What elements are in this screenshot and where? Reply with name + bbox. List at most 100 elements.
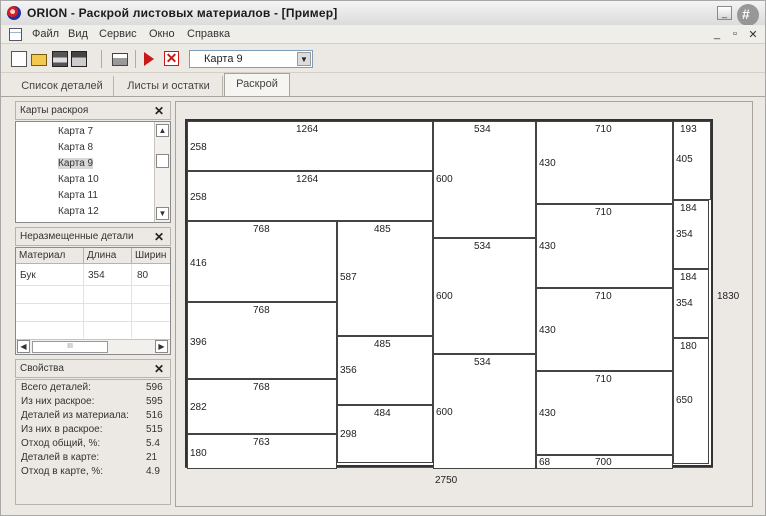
piece-width: 534 [474,124,491,135]
piece-width: 763 [253,437,270,448]
cut-piece[interactable]: 710 430 [536,371,673,455]
cut-piece[interactable]: 768 416 [187,221,337,302]
save-icon[interactable] [52,51,68,67]
cut-piece[interactable]: 763 180 [187,434,337,469]
cut-piece[interactable]: 193 405 [673,121,711,200]
piece-width: 184 [680,203,697,214]
list-item[interactable]: Карта 7 [58,126,93,137]
cut-piece[interactable]: 485 587 [337,221,433,336]
table-cell[interactable]: 80 [137,270,148,281]
piece-width: 193 [680,124,697,135]
column-header-width[interactable]: Ширин [132,248,170,264]
unplaced-panel-header: Неразмещенные детали ✕ [15,227,171,246]
close-icon[interactable]: ✕ [154,362,164,376]
scroll-left-icon[interactable]: ◀ [17,340,30,353]
list-item[interactable]: Карта 12 [58,206,99,217]
list-item-selected[interactable]: Карта 9 [58,158,94,169]
prop-label: Деталей из материала: [21,410,129,421]
menu-window[interactable]: Окно [149,28,175,40]
menu-view[interactable]: Вид [68,28,88,40]
cut-piece[interactable]: 710 430 [536,288,673,371]
scroll-down-icon[interactable]: ▼ [156,207,169,220]
cut-piece[interactable]: 485 356 [337,336,433,405]
title-bar: ORION - Раскрой листовых материалов - [П… [1,1,765,26]
piece-height: 587 [340,272,357,283]
piece-width: 710 [595,374,612,385]
cut-piece[interactable]: 534 600 [433,354,536,469]
close-icon[interactable]: ✕ [154,104,164,118]
piece-height: 405 [676,154,693,165]
cut-piece[interactable]: 184 354 [673,269,709,338]
scroll-thumb[interactable]: III [32,341,108,353]
piece-height: 354 [676,229,693,240]
menu-bar: Файл Вид Сервис Окно Справка _ ▫ ✕ [1,25,765,44]
print-icon[interactable] [112,53,128,66]
piece-height: 600 [436,407,453,418]
cut-piece[interactable]: 534 600 [433,238,536,354]
tabs-divider [1,96,765,97]
row-divider [16,303,170,304]
mdi-close-button[interactable]: ✕ [747,28,759,41]
map-select[interactable]: Карта 9 ▼ [189,50,313,68]
list-item[interactable]: Карта 10 [58,174,99,185]
run-cutting-icon[interactable] [144,52,154,66]
column-header-material[interactable]: Материал [16,248,84,264]
piece-height: 258 [190,192,207,203]
cut-piece[interactable]: 1264 258 [187,121,433,171]
menu-help[interactable]: Справка [187,28,230,40]
piece-width: 710 [595,124,612,135]
window-minimize-button[interactable]: _ [717,6,732,20]
sheet-length-label: 2750 [435,475,458,486]
cut-piece[interactable]: 700 68 [536,455,673,469]
scroll-right-icon[interactable]: ▶ [155,340,168,353]
clear-cutting-icon[interactable]: ✕ [164,51,179,66]
piece-height: 430 [539,325,556,336]
close-icon[interactable]: ✕ [154,230,164,244]
list-item[interactable]: Карта 11 [58,190,98,201]
chevron-down-icon[interactable]: ▼ [297,52,311,66]
sheet[interactable]: 1264 258 1264 258 768 416 768 396 768 28… [185,119,713,469]
piece-width: 768 [253,305,270,316]
tab-cutting[interactable]: Раскрой [224,73,290,97]
piece-width: 1264 [296,124,319,135]
tab-bar: Список деталей Листы и остатки Раскрой [1,73,765,97]
table-cell[interactable]: Бук [20,270,36,281]
cut-piece[interactable]: 710 430 [536,204,673,288]
unplaced-parts-table[interactable]: Материал Длина Ширин Бук 354 80 ◀ III ▶ [15,247,171,355]
sheet-width-label: 1830 [717,291,740,302]
scroll-up-icon[interactable]: ▲ [156,124,169,137]
save-all-icon[interactable] [71,51,87,67]
cut-piece[interactable]: 534 600 [433,121,536,238]
tab-parts-list[interactable]: Список деталей [11,76,114,97]
prop-label: Отход общий, %: [21,438,101,449]
table-hscrollbar[interactable]: ◀ III ▶ [16,339,170,354]
piece-width: 700 [595,457,612,468]
row-divider [16,285,170,286]
props-panel: Всего деталей: 596 Из них раскроe: 595 Д… [15,379,171,505]
column-header-length[interactable]: Длина [84,248,132,264]
scroll-thumb[interactable] [156,154,169,168]
menu-file[interactable]: Файл [32,28,59,40]
menu-service[interactable]: Сервис [99,28,137,40]
cut-piece[interactable]: 180 650 [673,338,709,464]
cut-piece[interactable]: 184 354 [673,200,709,269]
piece-width: 710 [595,207,612,218]
prop-value: 595 [146,396,163,407]
table-cell[interactable]: 354 [88,270,105,281]
cut-piece[interactable]: 768 396 [187,302,337,379]
mdi-minimize-button[interactable]: _ [711,28,723,40]
maps-list[interactable]: Карта 7 Карта 8 Карта 9 Карта 10 Карта 1… [15,121,171,223]
orion-logo-icon [7,6,21,20]
tab-sheets-remnants[interactable]: Листы и остатки [115,76,223,97]
cut-piece[interactable]: 768 282 [187,379,337,434]
document-icon [9,28,22,41]
maps-list-scrollbar[interactable]: ▲ ▼ [154,122,170,222]
list-item[interactable]: Карта 8 [58,142,93,153]
cut-piece[interactable]: 710 430 [536,121,673,204]
new-file-icon[interactable] [11,51,27,67]
cut-piece[interactable]: 484 298 [337,405,433,463]
mdi-restore-button[interactable]: ▫ [729,28,741,40]
open-folder-icon[interactable] [31,54,47,66]
piece-width: 485 [374,224,391,235]
cut-piece[interactable]: 1264 258 [187,171,433,221]
